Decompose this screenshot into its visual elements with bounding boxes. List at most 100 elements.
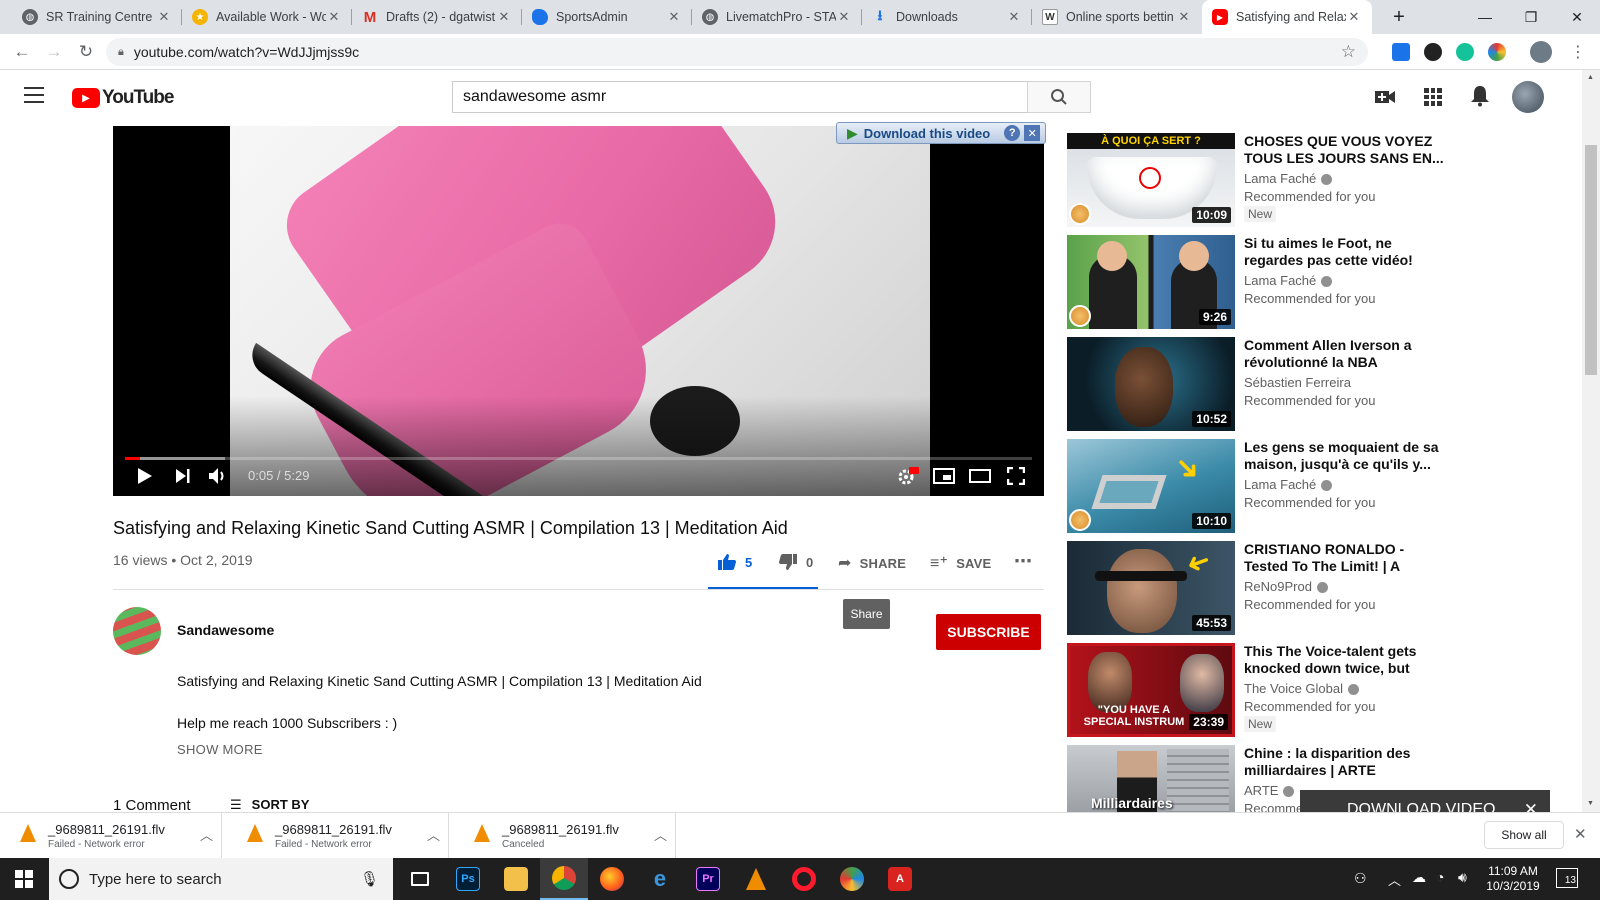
chrome-icon[interactable] bbox=[540, 858, 588, 900]
tab-sportsadmin[interactable]: SportsAdmin ✕ bbox=[522, 0, 692, 34]
download-item[interactable]: _9689811_26191.flv Canceled ︿ bbox=[454, 813, 676, 859]
video-player[interactable]: 0:05 / 5:29 bbox=[113, 126, 1044, 496]
back-arrow-icon[interactable]: ← bbox=[10, 40, 34, 64]
play-icon[interactable] bbox=[133, 462, 157, 490]
close-shelf-icon[interactable]: ✕ bbox=[1574, 825, 1587, 843]
profile-avatar[interactable] bbox=[1530, 41, 1552, 63]
close-icon[interactable]: ✕ bbox=[1024, 125, 1041, 141]
extension-icon[interactable] bbox=[1392, 43, 1410, 61]
tab-livematchpro[interactable]: ◍ LivematchPro - STAT ✕ bbox=[692, 0, 862, 34]
chrome-menu-icon[interactable]: ⋮ bbox=[1566, 40, 1590, 64]
opera-icon[interactable] bbox=[780, 858, 828, 900]
download-item[interactable]: _9689811_26191.flv Failed - Network erro… bbox=[0, 813, 222, 859]
reload-icon[interactable]: ↻ bbox=[74, 40, 98, 64]
next-video-icon[interactable] bbox=[171, 462, 195, 490]
page-scrollbar[interactable]: ▲ ▼ bbox=[1582, 70, 1600, 812]
forward-arrow-icon[interactable]: → bbox=[42, 40, 66, 64]
scroll-up-arrow-icon[interactable]: ▲ bbox=[1587, 74, 1594, 81]
chevron-up-icon[interactable]: ︿ bbox=[427, 825, 440, 844]
cloud-icon[interactable]: ☁ bbox=[1412, 869, 1426, 886]
acrobat-icon[interactable]: A bbox=[876, 858, 924, 900]
chevron-up-icon[interactable]: ︿ bbox=[1388, 870, 1401, 889]
network-icon[interactable]: ◔ bbox=[1436, 869, 1444, 885]
restore-icon[interactable]: ❐ bbox=[1508, 0, 1554, 34]
search-button[interactable] bbox=[1027, 81, 1091, 113]
video-thumbnail[interactable]: 10:52 bbox=[1067, 337, 1235, 431]
download-this-video-bar[interactable]: ▶ Download this video ? ✕ bbox=[836, 122, 1046, 144]
windows-start-icon[interactable] bbox=[0, 858, 48, 900]
address-bar[interactable]: 🔒︎ youtube.com/watch?v=WdJJjmjss9c ☆ bbox=[106, 38, 1368, 66]
chevron-up-icon[interactable]: ︿ bbox=[200, 825, 213, 844]
dislike-button[interactable]: 0 bbox=[778, 553, 813, 571]
extension-w-icon[interactable] bbox=[1424, 43, 1442, 61]
globe-app-icon[interactable] bbox=[828, 858, 876, 900]
notifications-bell-icon[interactable] bbox=[1470, 85, 1490, 112]
progress-bar[interactable] bbox=[125, 457, 1032, 460]
action-center-icon[interactable]: 13 bbox=[1556, 868, 1578, 888]
recommended-video[interactable]: À QUOI ÇA SERT ? 10:09 CHOSES QUE VOUS V… bbox=[1067, 133, 1447, 227]
close-tab-icon[interactable]: ✕ bbox=[156, 9, 172, 25]
show-more-button[interactable]: SHOW MORE bbox=[177, 742, 263, 757]
scrollbar-thumb[interactable] bbox=[1585, 145, 1597, 375]
firefox-icon[interactable] bbox=[588, 858, 636, 900]
recommended-video[interactable]: 10:52 Comment Allen Iverson a révolution… bbox=[1067, 337, 1447, 431]
scroll-down-arrow-icon[interactable]: ▼ bbox=[1587, 800, 1594, 807]
chevron-up-icon[interactable]: ︿ bbox=[654, 825, 667, 844]
vlc-icon[interactable] bbox=[732, 858, 780, 900]
premiere-icon[interactable]: Pr bbox=[684, 858, 732, 900]
account-avatar[interactable] bbox=[1512, 81, 1544, 113]
hamburger-menu-icon[interactable] bbox=[24, 87, 44, 103]
minimize-icon[interactable]: — bbox=[1462, 0, 1508, 34]
extension-globe-icon[interactable] bbox=[1488, 43, 1506, 61]
people-icon[interactable]: ⚇ bbox=[1354, 870, 1367, 887]
task-view-icon[interactable] bbox=[396, 858, 444, 900]
edge-icon[interactable]: e bbox=[636, 858, 684, 900]
grammarly-icon[interactable] bbox=[1456, 43, 1474, 61]
share-button[interactable]: ➦ SHARE bbox=[838, 553, 906, 573]
close-tab-icon[interactable]: ✕ bbox=[1006, 9, 1022, 25]
show-all-button[interactable]: Show all bbox=[1484, 821, 1564, 849]
theater-mode-icon[interactable] bbox=[967, 462, 993, 490]
save-button[interactable]: ≡⁺ SAVE bbox=[930, 553, 991, 573]
tab-available-work[interactable]: ★ Available Work - Wo ✕ bbox=[182, 0, 352, 34]
recommended-video[interactable]: ➜ 45:53 CRISTIANO RONALDO - Tested To Th… bbox=[1067, 541, 1447, 635]
create-video-icon[interactable] bbox=[1374, 88, 1396, 111]
channel-avatar[interactable] bbox=[113, 607, 161, 655]
close-tab-icon[interactable]: ✕ bbox=[1346, 9, 1362, 25]
close-tab-icon[interactable]: ✕ bbox=[496, 9, 512, 25]
taskbar-search-box[interactable]: Type here to search 🎙︎ bbox=[49, 858, 393, 900]
tab-downloads[interactable]: ⭳ Downloads ✕ bbox=[862, 0, 1032, 34]
recommended-video[interactable]: 9:26 Si tu aimes le Foot, ne regardes pa… bbox=[1067, 235, 1447, 329]
close-tab-icon[interactable]: ✕ bbox=[326, 9, 342, 25]
taskbar-clock[interactable]: 11:09 AM 10/3/2019 bbox=[1484, 864, 1542, 894]
download-item[interactable]: _9689811_26191.flv Failed - Network erro… bbox=[227, 813, 449, 859]
volume-icon[interactable] bbox=[205, 462, 231, 490]
close-tab-icon[interactable]: ✕ bbox=[836, 9, 852, 25]
video-thumbnail[interactable]: À QUOI ÇA SERT ? 10:09 bbox=[1067, 133, 1235, 227]
microphone-icon[interactable]: 🎙︎ bbox=[360, 870, 379, 888]
sort-by-button[interactable]: ☰ SORT BY bbox=[230, 797, 309, 813]
apps-grid-icon[interactable] bbox=[1424, 88, 1442, 106]
new-tab-button[interactable]: + bbox=[1376, 0, 1422, 34]
close-window-icon[interactable]: ✕ bbox=[1554, 0, 1600, 34]
speaker-icon[interactable]: 🔊︎ bbox=[1458, 869, 1467, 886]
settings-gear-icon[interactable] bbox=[895, 462, 921, 490]
video-thumbnail[interactable]: ➜ 45:53 bbox=[1067, 541, 1235, 635]
file-explorer-icon[interactable] bbox=[492, 858, 540, 900]
subscribe-button[interactable]: SUBSCRIBE bbox=[936, 614, 1041, 650]
video-thumbnail[interactable]: Milliardaires bbox=[1067, 745, 1235, 812]
search-input[interactable] bbox=[452, 81, 1028, 113]
help-icon[interactable]: ? bbox=[1004, 125, 1021, 141]
youtube-logo[interactable]: ▶ YouTube bbox=[72, 87, 174, 109]
close-tab-icon[interactable]: ✕ bbox=[666, 9, 682, 25]
video-thumbnail[interactable]: ➜ 10:10 bbox=[1067, 439, 1235, 533]
video-thumbnail[interactable]: "YOU HAVE A SPECIAL INSTRUM 23:39 bbox=[1067, 643, 1235, 737]
photoshop-icon[interactable]: Ps bbox=[444, 858, 492, 900]
recommended-video[interactable]: "YOU HAVE A SPECIAL INSTRUM 23:39 This T… bbox=[1067, 643, 1447, 737]
close-tab-icon[interactable]: ✕ bbox=[1176, 9, 1192, 25]
fullscreen-icon[interactable] bbox=[1003, 462, 1029, 490]
tab-online-sports-betting[interactable]: W Online sports bettin ✕ bbox=[1032, 0, 1202, 34]
video-thumbnail[interactable]: 9:26 bbox=[1067, 235, 1235, 329]
tab-gmail-drafts[interactable]: M Drafts (2) - dgatwist ✕ bbox=[352, 0, 522, 34]
tab-sr-training[interactable]: ◍ SR Training Centre ✕ bbox=[12, 0, 182, 34]
